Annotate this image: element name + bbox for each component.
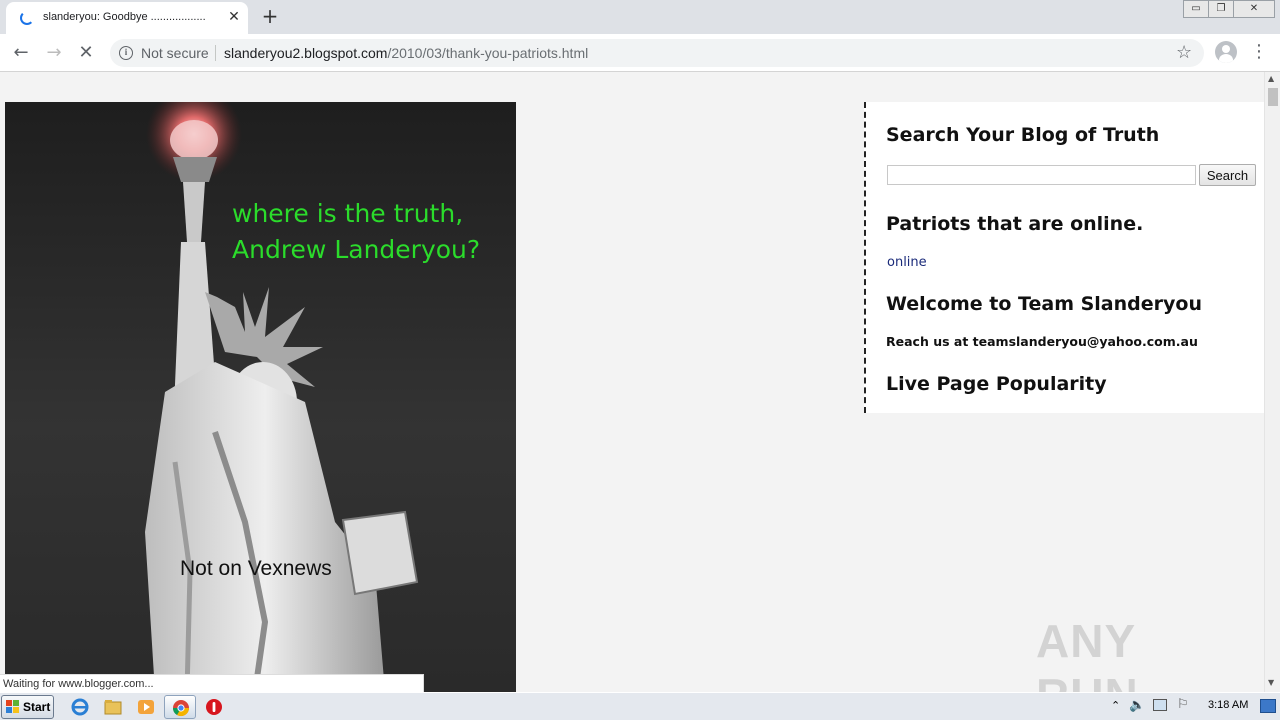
media-player-icon[interactable]: [135, 697, 157, 717]
browser-tab[interactable]: slanderyou: Goodbye .................. ✕: [6, 2, 248, 34]
stop-loading-button[interactable]: ✕: [73, 40, 99, 66]
tab-strip: slanderyou: Goodbye .................. ✕…: [0, 0, 1280, 34]
scroll-down-arrow-icon[interactable]: ▼: [1268, 678, 1274, 687]
url-path: /2010/03/thank-you-patriots.html: [387, 45, 589, 61]
poster-caption: where is the truth, Andrew Landeryou?: [232, 196, 480, 268]
file-explorer-icon[interactable]: [102, 697, 124, 717]
windows-taskbar: Start ⌃ 🔈 ⚐ 3:18 AM: [0, 692, 1280, 720]
page-viewport: where is the truth, Andrew Landeryou? No…: [0, 72, 1264, 692]
chrome-taskbar-button[interactable]: [164, 695, 196, 719]
action-center-flag-icon[interactable]: ⚐: [1177, 697, 1189, 712]
opera-icon[interactable]: [203, 697, 225, 717]
poster-caption-line1: where is the truth,: [232, 199, 464, 228]
online-link[interactable]: online: [887, 255, 927, 270]
popularity-heading: Live Page Popularity: [886, 373, 1107, 395]
poster-caption-line2: Andrew Landeryou?: [232, 235, 481, 264]
new-tab-button[interactable]: +: [258, 4, 282, 30]
anyrun-watermark: ANY RUN: [1036, 606, 1236, 720]
loading-spinner-icon: [20, 11, 34, 25]
search-heading: Search Your Blog of Truth: [886, 124, 1160, 146]
info-icon[interactable]: i: [119, 46, 133, 60]
internet-explorer-icon[interactable]: [69, 697, 91, 717]
patriots-heading: Patriots that are online.: [886, 213, 1144, 235]
tray-expand-icon[interactable]: ⌃: [1111, 699, 1120, 712]
start-label: Start: [23, 700, 51, 714]
contact-email-text: Reach us at teamslanderyou@yahoo.com.au: [886, 334, 1198, 349]
forward-button[interactable]: →: [41, 40, 67, 66]
volume-icon[interactable]: 🔈: [1129, 698, 1145, 713]
scrollbar-thumb[interactable]: [1268, 88, 1278, 106]
browser-toolbar: ← → ✕ i Not secure slanderyou2.blogspot.…: [0, 34, 1280, 72]
statue-of-liberty-illustration: [145, 102, 419, 692]
security-label[interactable]: Not secure: [141, 45, 209, 61]
chrome-icon: [172, 700, 190, 717]
url-text[interactable]: slanderyou2.blogspot.com/2010/03/thank-y…: [224, 45, 588, 61]
bookmark-star-icon[interactable]: ☆: [1176, 42, 1192, 63]
system-tray: ⌃ 🔈 ⚐ 3:18 AM: [1105, 693, 1280, 720]
window-close-button[interactable]: ✕: [1233, 0, 1275, 18]
start-button[interactable]: Start: [1, 695, 54, 719]
minimize-button[interactable]: ▭: [1183, 0, 1209, 18]
browser-menu-icon[interactable]: ⋮: [1249, 39, 1269, 65]
tab-title: slanderyou: Goodbye ..................: [43, 11, 206, 23]
welcome-heading: Welcome to Team Slanderyou: [886, 293, 1202, 315]
url-separator: [215, 45, 216, 61]
search-input[interactable]: [887, 165, 1196, 185]
scroll-up-arrow-icon[interactable]: ▲: [1268, 74, 1274, 83]
blog-sidebar: Search Your Blog of Truth Search Patriot…: [864, 102, 1264, 413]
vertical-scrollbar[interactable]: ▲ ▼: [1264, 72, 1280, 692]
show-desktop-icon[interactable]: [1260, 699, 1276, 713]
address-bar[interactable]: i Not secure slanderyou2.blogspot.com/20…: [110, 39, 1204, 67]
statue-of-liberty-poster: where is the truth, Andrew Landeryou? No…: [5, 102, 516, 692]
status-bubble: Waiting for www.blogger.com...: [0, 674, 424, 692]
network-icon[interactable]: [1153, 699, 1167, 711]
restore-button[interactable]: ❐: [1208, 0, 1234, 18]
url-host: slanderyou2.blogspot.com: [224, 45, 388, 61]
poster-footer-text: Not on Vexnews: [180, 557, 332, 580]
windows-logo-icon: [6, 700, 19, 713]
tab-close-icon[interactable]: ✕: [226, 8, 242, 26]
profile-avatar-icon[interactable]: [1215, 41, 1237, 63]
back-button[interactable]: ←: [8, 40, 34, 66]
taskbar-clock[interactable]: 3:18 AM: [1208, 699, 1248, 711]
search-button[interactable]: Search: [1199, 164, 1256, 186]
